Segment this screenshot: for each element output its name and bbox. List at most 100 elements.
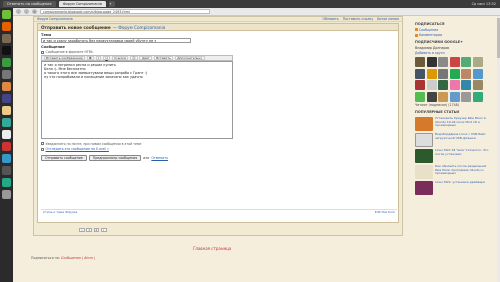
avatar[interactable] [415,91,425,102]
notify-checkbox[interactable] [41,142,44,145]
popular-post[interactable]: Установить браузер Pale Moon в Ubuntu 16… [415,117,498,131]
track-email-option[interactable]: Отследить это сообщение на E-mail » [41,147,398,151]
join-circles-button[interactable]: Добавить в круги [415,51,498,55]
popular-post[interactable]: Как обновить после раздельной Pale Moon … [415,165,498,179]
italic-button[interactable]: I [95,55,102,60]
pager-page[interactable]: 2 [93,228,100,232]
avatar[interactable] [426,57,437,67]
avatar[interactable] [472,91,483,102]
subscribe-comments[interactable]: Комментарии [415,33,498,37]
popular-post[interactable]: Linux Mint: установка драйвера [415,181,498,195]
link-button[interactable]: Ссылка [111,55,129,60]
app-icon-10[interactable] [2,118,11,127]
tab-forum[interactable]: Форум Compizomania [58,1,106,7]
settings-icon[interactable] [2,70,11,79]
avatar[interactable] [438,68,448,79]
avatar[interactable] [415,68,425,79]
home-icon[interactable] [2,10,11,19]
avatar[interactable] [438,80,448,90]
insert-button[interactable]: Вставить [153,55,174,60]
avatar[interactable] [415,57,425,67]
avatar[interactable] [461,68,471,79]
post-title[interactable]: Linux Mint: установка драйвера [435,181,491,195]
terminal-icon[interactable] [2,46,11,55]
avatar[interactable] [461,91,471,102]
post-thumbnail [415,165,433,179]
browser-icon[interactable] [2,22,11,31]
app-icon-15[interactable] [2,178,11,187]
atom-feed-link[interactable]: Сообщения ( Atom ) [61,256,95,260]
app-icon-16[interactable] [2,190,11,199]
copy-link[interactable]: Битое копию [377,17,399,21]
track-email-link[interactable]: Отследить это сообщение на E-mail » [46,147,109,151]
message-textarea[interactable]: и так я потренил ресни и решил купить Бе… [41,60,233,139]
followers-count[interactable]: Читают (подписан) (1748) [415,103,498,107]
app-icon-8[interactable] [2,94,11,103]
avatar[interactable] [426,80,437,90]
pager-next[interactable]: » [100,228,107,232]
edit-form-link[interactable]: Edit this form [375,210,395,214]
post-title[interactable]: Как обновить после раздельной Pale Moon … [435,165,491,179]
back-icon[interactable]: ‹ [16,9,21,14]
app-icon-12[interactable] [2,142,11,151]
share-link[interactable]: Поставить ссылку [343,17,373,21]
insert-image-button[interactable]: Вставить изображение [43,55,86,60]
subscribe-posts[interactable]: Сообщения [415,28,498,32]
home-link[interactable]: Главная страница [193,246,231,251]
app-icon-14[interactable] [2,166,11,175]
url-field[interactable]: compizomania.blogspot.com/p/blog-page_24… [40,8,210,15]
app-icon-7[interactable] [2,82,11,91]
subject-input[interactable]: и так и сразу заработать без переустанов… [41,38,191,43]
breadcrumb-forum-link[interactable]: Форум Compizomania [37,17,73,21]
avatar[interactable] [438,57,448,67]
avatar[interactable] [472,57,483,67]
more-button[interactable]: Дополнительно [174,55,205,60]
avatar[interactable] [438,91,448,102]
avatar[interactable] [426,91,437,102]
popular-post[interactable]: Водобордёрме Linux с USB-flash загрузочн… [415,133,498,147]
avatar[interactable] [426,68,437,79]
app-icon-13[interactable] [2,154,11,163]
bold-button[interactable]: B [86,55,95,60]
tab-new[interactable]: + [108,1,115,7]
notify-option[interactable]: Уведомлять по почте, при новом сообщении… [41,142,398,146]
message-line: ну что попробовали и посещение закачано … [44,75,143,80]
avatar[interactable] [449,68,460,79]
style-link[interactable]: Стиль и тема Форума [43,210,77,214]
smiley-button[interactable]: ☺ [129,55,138,60]
post-title[interactable]: Установить браузер Pale Moon в Ubuntu 16… [435,117,491,131]
tab-reply[interactable]: Ответить на сообщение [3,1,56,7]
avatar[interactable] [415,80,425,90]
pager-page[interactable]: 1 [86,228,92,232]
track-email-checkbox[interactable] [41,147,44,151]
avatar[interactable] [472,80,483,90]
app-icon-9[interactable] [2,106,11,115]
avatar[interactable] [472,68,483,79]
reload-icon[interactable]: ↻ [32,9,37,14]
forward-icon[interactable]: › [24,9,29,14]
chrome-icon[interactable] [2,58,11,67]
pager-prev[interactable]: « [79,228,85,232]
avatar[interactable] [461,57,471,67]
avatar[interactable] [461,80,471,90]
submit-button[interactable]: Отправить сообщение [41,155,87,161]
members-owner[interactable]: Владимир Долгиров [415,46,498,50]
underline-button[interactable]: U [102,55,111,60]
app-icon-11[interactable] [2,130,11,139]
html-format-option[interactable]: Сообщение в формате HTML [41,50,398,54]
avatar[interactable] [449,80,460,90]
post-title[interactable]: Linux Mint 18 'Sara' Cinnamon: Что после… [435,149,491,163]
popular-post[interactable]: Linux Mint 18 'Sara' Cinnamon: Что после… [415,149,498,163]
avatar[interactable] [449,57,460,67]
cancel-link[interactable]: Отменить [151,156,168,160]
color-button[interactable]: Цвет [139,55,153,60]
avatar[interactable] [449,91,460,102]
preview-button[interactable]: Предпросмотр сообщения [88,155,142,161]
form-title-forum-link[interactable]: — Форум Compizomania [113,25,166,30]
files-icon[interactable] [2,34,11,43]
subject-label: Тема [41,33,52,37]
refresh-link[interactable]: Обновить [323,17,339,21]
post-title[interactable]: Водобордёрме Linux с USB-flash загрузочн… [435,133,491,147]
web-page: Форум Compizomania Обновить Поставить сс… [13,16,500,282]
html-format-checkbox[interactable] [41,50,44,54]
